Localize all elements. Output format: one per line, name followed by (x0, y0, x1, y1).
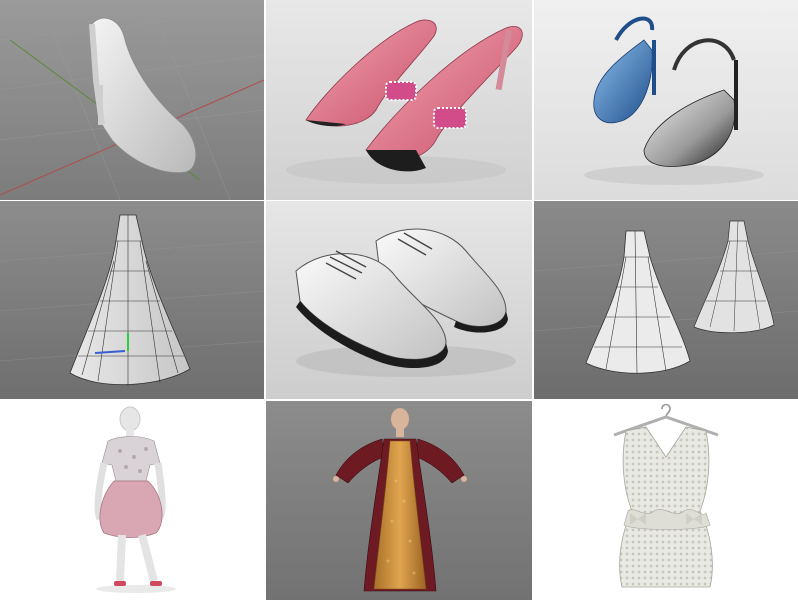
tile-blue-slingbacks[interactable] (534, 0, 798, 200)
white-high-heel-image (0, 0, 264, 200)
tile-white-high-heel[interactable] (0, 0, 264, 200)
mannequin-pink-dress-image (0, 401, 264, 600)
wireframe-dresses-image (534, 201, 798, 399)
medieval-gown-image (266, 401, 532, 600)
lace-dress-hanger-image (534, 401, 798, 600)
pink-heels-image (266, 0, 532, 200)
product-image-grid (0, 0, 798, 600)
tile-wireframe-dress[interactable] (0, 201, 264, 399)
white-oxfords-image (266, 201, 532, 399)
tile-mannequin-pink-dress[interactable] (0, 401, 264, 600)
tile-medieval-gown[interactable] (266, 401, 532, 600)
tile-pink-heels[interactable] (266, 0, 532, 200)
wireframe-dress-image (0, 201, 264, 399)
blue-slingbacks-image (534, 0, 798, 200)
tile-lace-dress-hanger[interactable] (534, 401, 798, 600)
tile-wireframe-dresses[interactable] (534, 201, 798, 399)
tile-white-oxfords[interactable] (266, 201, 532, 399)
